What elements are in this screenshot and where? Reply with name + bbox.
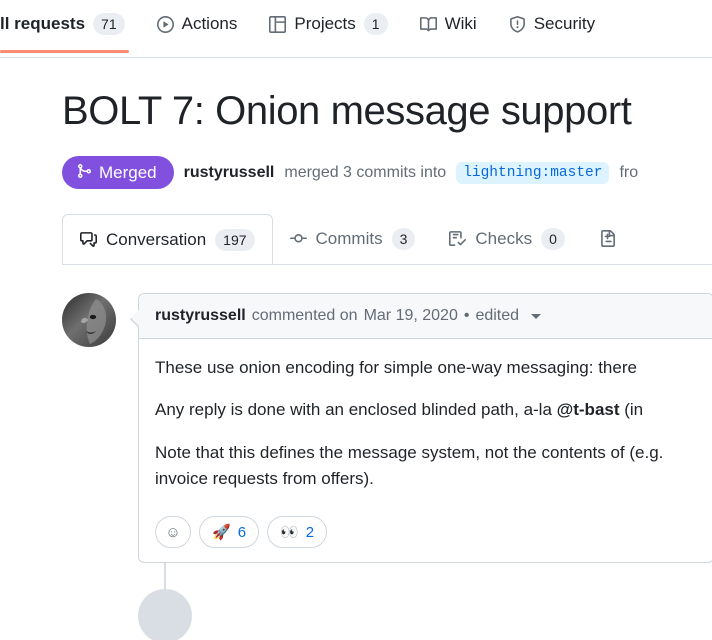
- table-icon: [269, 15, 287, 33]
- book-icon: [419, 16, 437, 33]
- tab-conversation-label: Conversation: [106, 229, 207, 249]
- nav-actions-label: Actions: [181, 14, 238, 33]
- comment-paragraph-2: Any reply is done with an enclosed blind…: [155, 397, 697, 423]
- tab-checks[interactable]: Checks 0: [432, 213, 581, 264]
- pr-author[interactable]: rustyrussell: [184, 164, 275, 182]
- file-diff-icon: [599, 230, 616, 247]
- avatar[interactable]: [62, 293, 116, 347]
- tab-conversation-counter: 197: [215, 228, 255, 251]
- checklist-icon: [449, 230, 467, 247]
- timeline: rustyrussell commented on Mar 19, 2020 •…: [62, 293, 712, 640]
- timeline-connector: [164, 563, 166, 590]
- comment-box: rustyrussell commented on Mar 19, 2020 •…: [130, 293, 712, 564]
- rocket-icon: 🚀: [212, 523, 231, 541]
- chevron-down-icon[interactable]: [531, 313, 542, 319]
- comment-author[interactable]: rustyrussell: [155, 307, 246, 325]
- pull-request-tabs: Conversation 197 Commits 3 Checks 0: [62, 213, 712, 265]
- tab-checks-label: Checks: [475, 228, 533, 248]
- pr-trailing-text: fro: [619, 163, 639, 181]
- smiley-icon: ☺: [165, 523, 181, 541]
- reaction-eyes-count: 2: [305, 523, 315, 541]
- next-timeline-avatar[interactable]: [138, 589, 192, 640]
- avatar-image: [62, 293, 116, 347]
- add-reaction-button[interactable]: ☺: [155, 516, 191, 549]
- comment-paragraph-3: Note that this defines the message syste…: [155, 442, 664, 489]
- nav-projects-label: Projects: [294, 14, 356, 33]
- status-badge-label: Merged: [99, 163, 157, 182]
- nav-pull-requests-counter: 71: [93, 13, 125, 35]
- tab-commits[interactable]: Commits 3: [273, 213, 433, 264]
- page-title: BOLT 7: Onion message support: [62, 89, 632, 133]
- comment-date: Mar 19, 2020: [363, 307, 458, 324]
- nav-item-wiki[interactable]: Wiki: [404, 0, 493, 48]
- tab-checks-counter: 0: [541, 227, 565, 250]
- nav-item-actions[interactable]: Actions: [141, 0, 254, 48]
- nav-wiki-label: Wiki: [444, 14, 477, 33]
- comment-action: commented on: [251, 307, 358, 324]
- reaction-rocket-count: 6: [237, 523, 247, 541]
- comment-paragraph-2-text: Any reply is done with an enclosed blind…: [155, 400, 557, 420]
- comment-paragraph-2-suffix: (in: [619, 400, 644, 420]
- pull-request-header: BOLT 7: Onion message support Merged rus…: [0, 86, 712, 189]
- git-commit-icon: [289, 230, 307, 247]
- comment-separator: •: [463, 307, 470, 324]
- reaction-eyes-button[interactable]: 👀 2: [267, 516, 328, 549]
- tab-commits-label: Commits: [315, 228, 383, 248]
- comment-body: These use onion encoding for simple one-…: [139, 339, 712, 512]
- play-icon: [156, 15, 174, 33]
- base-branch-tag[interactable]: lightning:master: [456, 161, 610, 184]
- comment-discussion-icon: [80, 231, 97, 248]
- comment-edited-label: edited: [475, 307, 520, 324]
- eyes-icon: 👀: [280, 523, 299, 541]
- pull-request-meta: Merged rustyrussell merged 3 commits int…: [62, 156, 712, 189]
- status-badge: Merged: [62, 156, 174, 189]
- tab-files-changed[interactable]: [582, 213, 633, 264]
- nav-projects-counter: 1: [363, 13, 388, 35]
- shield-icon: [509, 15, 526, 33]
- nav-item-security[interactable]: Security: [493, 0, 611, 48]
- reaction-rocket-button[interactable]: 🚀 6: [199, 516, 260, 549]
- nav-pull-requests-label: ll requests: [0, 14, 86, 33]
- comment-header: rustyrussell commented on Mar 19, 2020 •…: [139, 294, 712, 339]
- comment-paragraph-1: These use onion encoding for simple one-…: [155, 358, 637, 377]
- reaction-bar: ☺ 🚀 6 👀 2: [139, 512, 712, 562]
- nav-item-pull-requests[interactable]: ll requests 71: [0, 0, 141, 53]
- nav-item-projects[interactable]: Projects 1: [253, 0, 403, 48]
- git-merge-icon: [76, 163, 92, 182]
- pr-merge-text: merged 3 commits into: [284, 163, 447, 181]
- user-mention[interactable]: @t-bast: [557, 400, 620, 419]
- nav-security-label: Security: [533, 14, 596, 33]
- repo-navigation: ll requests 71 Actions Projects 1 Wiki S…: [0, 0, 712, 58]
- tab-conversation[interactable]: Conversation 197: [62, 214, 273, 264]
- tab-commits-counter: 3: [391, 227, 416, 250]
